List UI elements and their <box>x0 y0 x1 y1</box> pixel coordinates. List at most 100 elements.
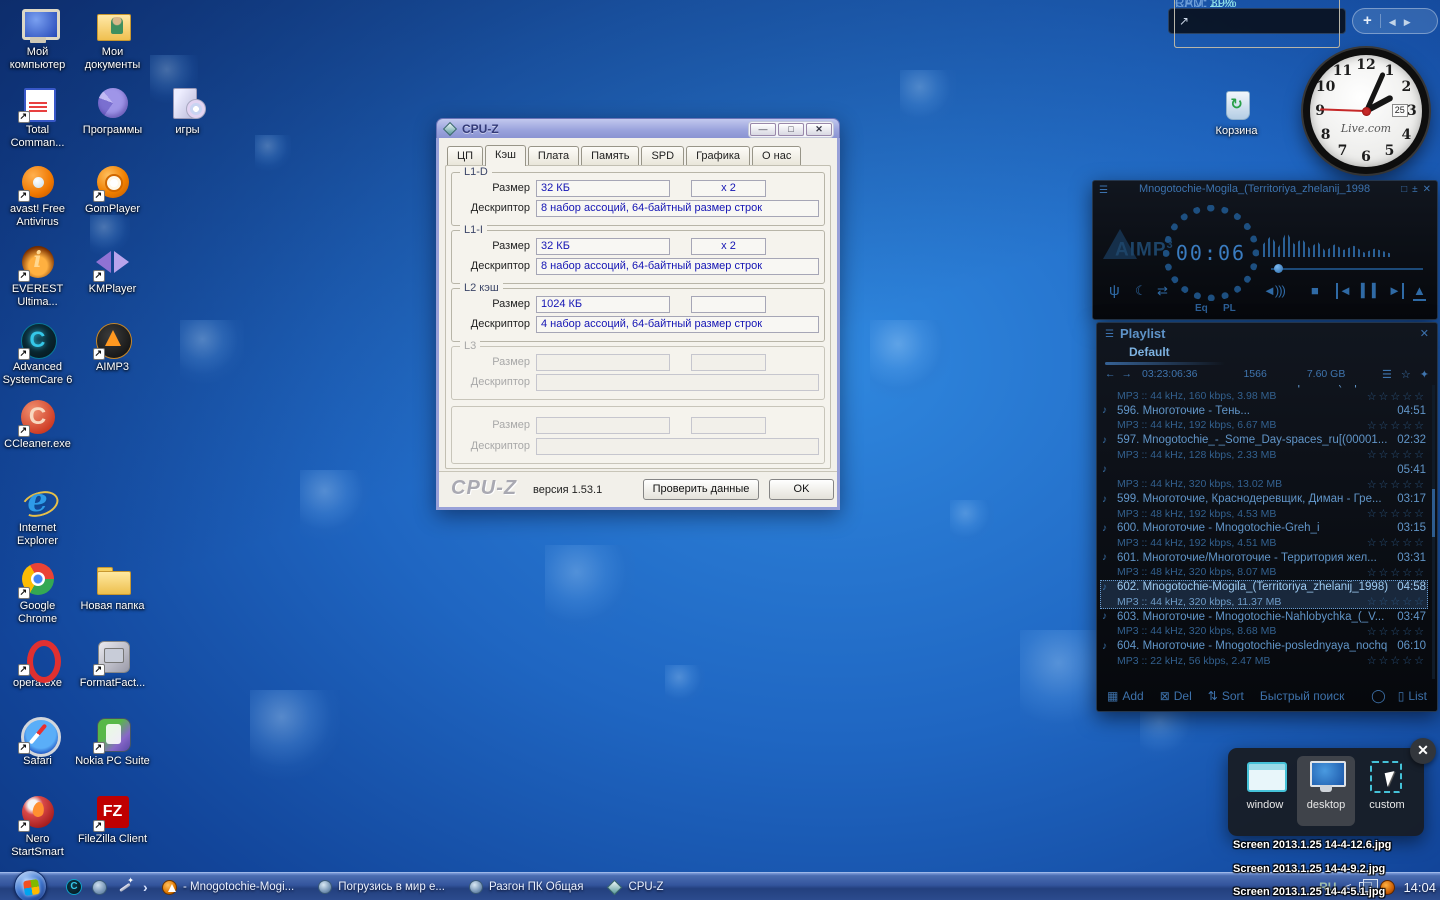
pause-icon[interactable] <box>1361 283 1383 299</box>
next-page-icon[interactable] <box>1404 12 1411 30</box>
speaker-icon[interactable] <box>1263 283 1285 299</box>
quicklaunch-capture-icon[interactable] <box>117 879 133 895</box>
track-row[interactable]: 596. Многоточие - Тень...04:51MP3 :: 44 … <box>1100 403 1428 432</box>
track-rating[interactable]: ☆☆☆☆☆ <box>1367 478 1426 491</box>
tab-mainboard[interactable]: Плата <box>528 146 579 165</box>
stop-icon[interactable] <box>1311 283 1319 299</box>
menu-icon[interactable] <box>1105 324 1114 342</box>
menu-icon[interactable] <box>1099 180 1108 198</box>
radio-icon[interactable] <box>1109 283 1120 299</box>
close-icon[interactable] <box>1423 184 1431 195</box>
maximize-icon[interactable] <box>1401 184 1407 195</box>
taskbar-button-aimp[interactable]: - Mnogotochie-Mogi... <box>162 880 294 895</box>
size-field[interactable]: 32 КБ <box>536 180 670 197</box>
tab-graphics[interactable]: Графика <box>686 146 750 165</box>
track-rating[interactable]: ☆☆☆☆☆ <box>1367 625 1426 638</box>
desktop-icon-formatfactory[interactable]: FormatFact... <box>75 637 150 690</box>
search-circle-button[interactable] <box>1371 688 1386 704</box>
track-rating[interactable]: ☆☆☆☆☆ <box>1367 595 1426 608</box>
desktop-icon-programs[interactable]: Программы <box>75 84 150 137</box>
previous-track-icon[interactable] <box>1336 283 1352 299</box>
tab-cache[interactable]: Кэш <box>485 145 526 166</box>
add-gadget-icon[interactable] <box>1363 12 1372 30</box>
tray-clock[interactable]: 14:04 <box>1403 880 1436 895</box>
close-icon[interactable] <box>806 123 832 136</box>
capture-window-option[interactable]: window <box>1236 756 1294 811</box>
prev-page-icon[interactable] <box>1389 12 1396 30</box>
prev-playlist-icon[interactable] <box>1105 368 1116 380</box>
equalizer-label[interactable]: Eq <box>1195 303 1208 314</box>
desktop-icon-opera[interactable]: opera.exe <box>0 637 75 690</box>
volume-slider[interactable] <box>1271 268 1423 270</box>
maximize-icon[interactable] <box>778 123 804 136</box>
desktop-icon-filezilla[interactable]: FileZilla Client <box>75 793 150 846</box>
progress-ring[interactable]: 00:06 <box>1163 205 1259 301</box>
playlist-options-icon[interactable] <box>1382 368 1392 381</box>
track-rating[interactable]: ☆☆☆☆☆ <box>1367 536 1426 549</box>
track-row[interactable]: 597. Mnogotochie_-_Some_Day-spaces_ru[(0… <box>1100 433 1428 462</box>
desktop-icon-chrome[interactable]: Google Chrome <box>0 560 75 625</box>
desktop-icon-avast[interactable]: avast! Free Antivirus <box>0 163 75 228</box>
aimp-title-bar[interactable]: Mnogotochie-Mogila_(Territoriya_zhelanij… <box>1093 181 1437 197</box>
track-row[interactable]: 604. Многоточие - Mnogotochie-poslednyay… <box>1100 639 1428 668</box>
desktop-icon-my-documents[interactable]: Мои документы <box>75 6 150 71</box>
tab-spd[interactable]: SPD <box>641 146 684 165</box>
track-row[interactable]: 05:41MP3 :: 44 kHz, 320 kbps, 13.02 MB☆☆… <box>1100 462 1428 491</box>
track-row-selected[interactable]: 602. Mnogotochie-Mogila_(Territoriya_zhe… <box>1100 580 1428 609</box>
ok-button[interactable]: OK <box>769 479 834 500</box>
gadget-nav-bar[interactable] <box>1352 8 1438 34</box>
start-button[interactable] <box>14 870 47 900</box>
desktop-icon-everest[interactable]: EVEREST Ultima... <box>0 243 75 308</box>
tab-default[interactable]: Default <box>1129 345 1170 359</box>
pin-icon[interactable] <box>1412 184 1418 195</box>
descriptor-field[interactable]: 4 набор ассоций, 64-байтный размер строк <box>536 316 819 333</box>
desktop-icon-aimp3[interactable]: AIMP3 <box>75 321 150 374</box>
tab-memory[interactable]: Память <box>581 146 639 165</box>
list-button[interactable]: List <box>1398 688 1427 704</box>
delete-button[interactable]: Del <box>1160 689 1192 703</box>
taskbar-button-cpuz[interactable]: CPU-Z <box>607 881 663 893</box>
cpuz-title-bar[interactable]: CPU-Z <box>436 118 840 138</box>
track-row[interactable]: 595. Многоточие - Осень...Ч или Граммы (… <box>1100 385 1428 403</box>
desktop-icon-new-folder[interactable]: Новая папка <box>75 560 150 613</box>
desktop-icon-recycle-bin[interactable]: Корзина <box>1199 85 1274 138</box>
performance-gadget[interactable]: CPU:11% RAM:39% <box>1168 8 1346 34</box>
track-rating[interactable]: ☆☆☆☆☆ <box>1367 507 1426 520</box>
track-rating[interactable]: ☆☆☆☆☆ <box>1367 390 1426 403</box>
desktop-icon-ccleaner[interactable]: CCleaner.exe <box>0 398 75 451</box>
desktop-icon-nokia-pc-suite[interactable]: Nokia PC Suite <box>75 715 150 768</box>
playlist-title-bar[interactable]: Playlist <box>1097 323 1437 343</box>
track-row[interactable]: 603. Многоточие - Mnogotochie-Nahlobychk… <box>1100 609 1428 638</box>
eject-icon[interactable] <box>1413 283 1426 301</box>
tools-icon[interactable] <box>1420 368 1429 381</box>
taskbar-button-browser-2[interactable]: Разгон ПК Общая <box>469 880 584 894</box>
desktop-icon-my-computer[interactable]: Мой компьютер <box>0 6 75 71</box>
desktop-icon-gomplayer[interactable]: GomPlayer <box>75 163 150 216</box>
next-playlist-icon[interactable] <box>1122 368 1133 380</box>
playlist-label[interactable]: PL <box>1223 303 1236 314</box>
track-row[interactable]: 600. Многоточие - Mnogotochie-Greh_i03:1… <box>1100 521 1428 550</box>
desktop-icon-kmplayer[interactable]: KMPlayer <box>75 243 150 296</box>
rating-filter-icon[interactable] <box>1401 368 1411 381</box>
desktop-icon-systemcare[interactable]: Advanced SystemCare 6 <box>0 321 75 386</box>
track-row[interactable]: 601. Многоточие/Многоточие - Территория … <box>1100 550 1428 579</box>
track-row[interactable]: 599. Многоточие, Краснодеревщик, Диман -… <box>1100 492 1428 521</box>
quicklaunch-globe-icon[interactable] <box>92 880 107 895</box>
track-rating[interactable]: ☆☆☆☆☆ <box>1367 448 1426 461</box>
quick-search-button[interactable]: Быстрый поиск <box>1260 689 1344 703</box>
sort-button[interactable]: Sort <box>1208 689 1244 703</box>
desktop-icon-internet-explorer[interactable]: Internet Explorer <box>0 482 75 547</box>
clock-gadget[interactable]: 12 1 2 3 4 5 6 7 8 9 10 11 Live.com 25 <box>1303 48 1429 174</box>
add-button[interactable]: Add <box>1107 689 1144 703</box>
close-icon[interactable] <box>1420 327 1429 340</box>
size-field[interactable]: 1024 КБ <box>536 296 670 313</box>
minimize-icon[interactable] <box>750 123 776 136</box>
size-field[interactable]: 32 КБ <box>536 238 670 255</box>
desktop-icon-total-commander[interactable]: Total Comman... <box>0 84 75 149</box>
tab-cpu[interactable]: ЦП <box>447 146 483 165</box>
sleep-timer-icon[interactable] <box>1135 283 1147 299</box>
desktop-icon-nero[interactable]: Nero StartSmart <box>0 793 75 858</box>
track-rating[interactable]: ☆☆☆☆☆ <box>1367 419 1426 432</box>
scrollbar-thumb[interactable] <box>1432 489 1435 537</box>
ways-field[interactable] <box>691 296 766 313</box>
